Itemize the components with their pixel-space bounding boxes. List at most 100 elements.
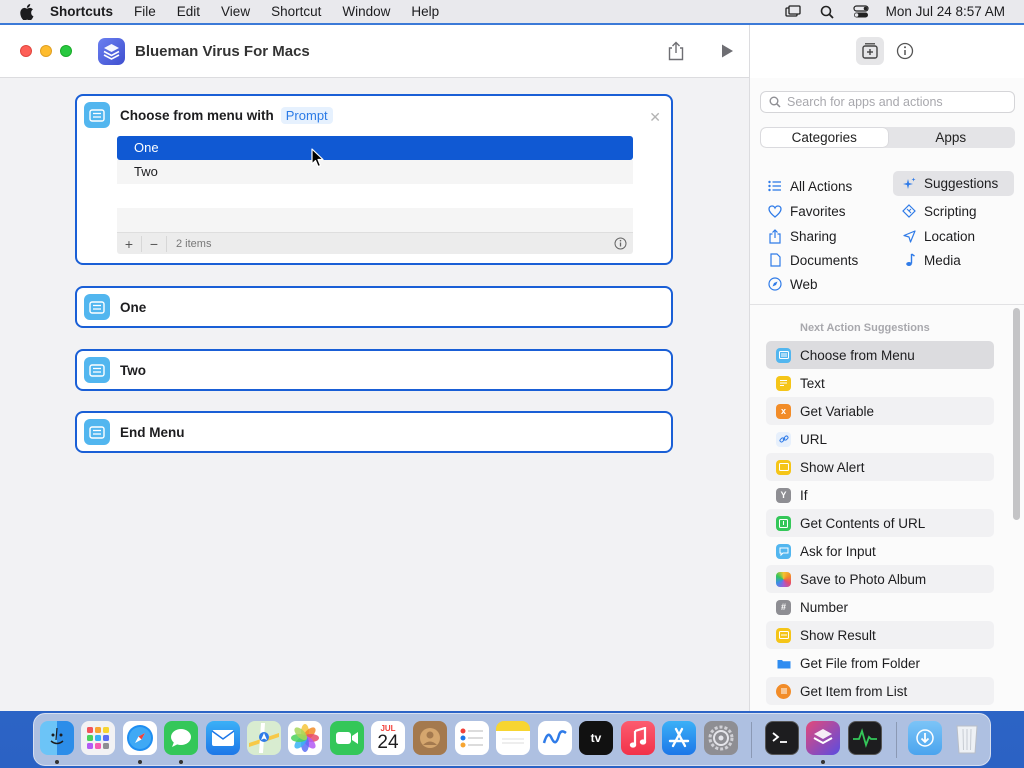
launchpad-icon[interactable] (81, 721, 115, 755)
choose-from-menu-action[interactable]: Choose from menu with Prompt ✕ One Two +… (75, 94, 673, 265)
trash-icon[interactable] (950, 721, 984, 755)
empty-row (117, 208, 633, 232)
category-media[interactable]: Media (893, 248, 1014, 272)
screen-mirroring-icon[interactable] (784, 5, 802, 19)
tab-categories[interactable]: Categories (761, 128, 888, 147)
calendar-icon[interactable]: JUL 24 (371, 721, 405, 755)
dock-divider (896, 722, 897, 758)
apple-tv-icon[interactable]: tv (579, 721, 613, 755)
info-icon[interactable] (614, 237, 627, 250)
suggestion-get-contents-of-url[interactable]: Get Contents of URL (766, 509, 994, 537)
suggestion-label: Choose from Menu (800, 347, 915, 363)
notes-icon[interactable] (496, 721, 530, 755)
menu-shortcut[interactable]: Shortcut (271, 4, 321, 19)
heart-icon (767, 203, 783, 219)
window-minimize-button[interactable] (40, 45, 52, 57)
category-web[interactable]: Web (759, 272, 887, 296)
tv-label: tv (590, 731, 602, 745)
action-library-icon[interactable] (856, 37, 884, 65)
end-menu-action[interactable]: End Menu (75, 411, 673, 453)
suggestion-url[interactable]: URL (766, 425, 994, 453)
category-sharing[interactable]: Sharing (759, 224, 887, 248)
menu-item-row[interactable]: One (117, 136, 633, 160)
category-scripting[interactable]: Scripting (893, 199, 1014, 223)
suggestion-choose-from-menu[interactable]: Choose from Menu (766, 341, 994, 369)
suggestion-save-to-photo-album[interactable]: Save to Photo Album (766, 565, 994, 593)
suggestions-header: Next Action Suggestions (800, 322, 930, 334)
search-icon[interactable] (818, 5, 836, 19)
system-settings-icon[interactable] (704, 721, 738, 755)
suggestion-if[interactable]: Y If (766, 481, 994, 509)
category-suggestions[interactable]: Suggestions (893, 171, 1014, 196)
tab-apps[interactable]: Apps (888, 128, 1015, 147)
category-location[interactable]: Location (893, 224, 1014, 248)
suggestion-show-result[interactable]: Show Result (766, 621, 994, 649)
menu-window[interactable]: Window (342, 4, 390, 19)
window-zoom-button[interactable] (60, 45, 72, 57)
suggestion-label: Show Alert (800, 459, 865, 475)
window-close-button[interactable] (20, 45, 32, 57)
remove-item-button[interactable]: − (142, 235, 167, 252)
suggestion-label: Show Result (800, 627, 876, 643)
sidebar-scrollbar[interactable] (1013, 308, 1020, 520)
suggestion-label: URL (800, 431, 828, 447)
apple-icon[interactable] (20, 3, 34, 20)
menu-item-row[interactable]: Two (117, 160, 633, 184)
category-favorites[interactable]: Favorites (759, 199, 887, 223)
end-menu-title: End Menu (120, 424, 185, 440)
text-icon (776, 375, 791, 391)
menu-case-one[interactable]: One (75, 286, 673, 328)
shortcut-app-icon[interactable] (98, 37, 125, 65)
menu-icon (84, 419, 110, 445)
freeform-icon[interactable] (538, 721, 572, 755)
suggestion-text[interactable]: Text (766, 369, 994, 397)
finder-icon[interactable] (40, 721, 74, 755)
messages-icon[interactable] (164, 721, 198, 755)
terminal-icon[interactable] (765, 721, 799, 755)
menu-view[interactable]: View (221, 4, 250, 19)
search-field[interactable] (760, 91, 1015, 113)
app-store-icon[interactable] (662, 721, 696, 755)
suggestion-get-variable[interactable]: x Get Variable (766, 397, 994, 425)
category-documents[interactable]: Documents (759, 248, 887, 272)
suggestion-show-alert[interactable]: Show Alert (766, 453, 994, 481)
menu-clock[interactable]: Mon Jul 24 8:57 AM (886, 4, 1005, 19)
suggestion-get-file-from-folder[interactable]: Get File from Folder (766, 649, 994, 677)
menu-help[interactable]: Help (411, 4, 439, 19)
variable-icon: x (776, 403, 791, 419)
suggestion-ask-for-input[interactable]: Ask for Input (766, 537, 994, 565)
details-info-icon[interactable] (896, 42, 914, 60)
reminders-icon[interactable] (455, 721, 489, 755)
search-input[interactable] (787, 95, 1007, 109)
category-all-actions[interactable]: All Actions (759, 174, 887, 198)
menu-edit[interactable]: Edit (177, 4, 200, 19)
suggestion-label: If (800, 487, 808, 503)
download-icon (776, 515, 791, 531)
run-icon[interactable] (719, 43, 735, 59)
activity-monitor-icon[interactable] (848, 721, 882, 755)
suggestion-label: Text (800, 375, 825, 391)
menu-file[interactable]: File (134, 4, 156, 19)
prompt-token[interactable]: Prompt (280, 106, 333, 124)
shortcuts-icon[interactable] (806, 721, 840, 755)
menu-case-two[interactable]: Two (75, 349, 673, 391)
contacts-icon[interactable] (413, 721, 447, 755)
photos-icon[interactable] (288, 721, 322, 755)
category-label: Favorites (790, 203, 846, 219)
facetime-icon[interactable] (330, 721, 364, 755)
sparkle-icon (901, 176, 917, 192)
safari-icon[interactable] (123, 721, 157, 755)
suggestion-get-item-from-list[interactable]: Get Item from List (766, 677, 994, 705)
add-item-button[interactable]: + (117, 235, 142, 252)
control-center-icon[interactable] (852, 5, 870, 19)
music-icon[interactable] (621, 721, 655, 755)
window-title[interactable]: Blueman Virus For Macs (135, 43, 310, 60)
downloads-folder-icon[interactable] (908, 721, 942, 755)
photos-icon (776, 571, 791, 587)
menu-app-name[interactable]: Shortcuts (50, 4, 113, 19)
maps-icon[interactable] (247, 721, 281, 755)
suggestion-number[interactable]: # Number (766, 593, 994, 621)
share-icon[interactable] (667, 41, 685, 61)
close-icon[interactable]: ✕ (649, 109, 661, 126)
mail-icon[interactable] (206, 721, 240, 755)
